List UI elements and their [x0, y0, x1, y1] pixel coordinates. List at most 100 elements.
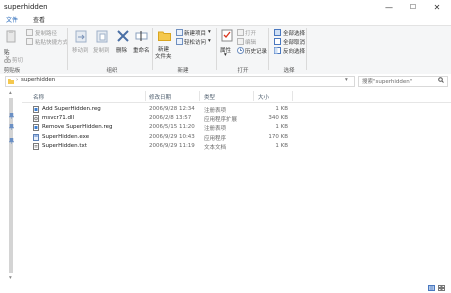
copy-to-icon — [96, 30, 108, 43]
address-bar[interactable] — [5, 76, 355, 87]
group-separator — [152, 28, 153, 70]
file-modified: 2006/9/29 10:43 — [149, 134, 195, 140]
delete-icon — [117, 30, 129, 42]
status-bar — [0, 283, 451, 293]
edit-icon — [237, 38, 244, 45]
copy-to-button[interactable]: 复制到 — [93, 46, 110, 54]
history-icon — [237, 47, 244, 54]
search-input[interactable]: 搜索"superhidden" — [362, 77, 412, 85]
window-title: superhidden — [4, 3, 48, 11]
chevron-right-icon: › — [16, 77, 19, 83]
close-button[interactable]: ✕ — [427, 0, 447, 14]
file-row[interactable]: msvcr71.dll 2006/2/8 13:57 应用程序扩展 340 KB — [22, 114, 292, 123]
group-separator — [268, 28, 269, 70]
invert-selection-icon — [274, 47, 281, 54]
rename-button[interactable]: 重命名 — [133, 46, 150, 54]
exe-file-icon — [33, 134, 39, 141]
file-row[interactable]: Remove SuperHidden.reg 2006/5/15 11:20 注册表… — [22, 123, 292, 132]
new-folder-label-line2: 文件夹 — [155, 54, 172, 60]
cut-icon — [4, 56, 11, 63]
column-divider[interactable] — [253, 91, 254, 101]
delete-button[interactable]: 删除 — [116, 46, 127, 54]
pin-icon — [9, 113, 14, 119]
file-size: 340 KB — [268, 115, 288, 121]
folder-icon — [8, 79, 14, 84]
file-row[interactable]: SuperHidden.exe 2006/9/29 10:43 应用程序 170 KB — [22, 133, 292, 142]
chevron-down-icon: ▾ — [224, 52, 227, 58]
file-size: 1 KB — [275, 106, 288, 112]
move-to-icon — [75, 30, 87, 43]
file-name[interactable]: SuperHidden.exe — [42, 134, 89, 140]
file-row[interactable]: SuperHidden.txt 2006/9/29 11:19 文本文档 1 KB — [22, 142, 292, 151]
pin-label: 贴 — [4, 50, 10, 56]
pin-icon — [9, 138, 14, 144]
tab-file[interactable]: 文件 — [6, 15, 18, 24]
select-none-button[interactable]: 全部取消 — [283, 38, 305, 46]
column-divider[interactable] — [199, 91, 200, 101]
file-name[interactable]: SuperHidden.txt — [42, 143, 87, 149]
column-modified[interactable]: 修改日期 — [149, 93, 171, 101]
search-icon[interactable] — [438, 77, 444, 83]
file-modified: 2006/9/28 12:34 — [149, 106, 195, 112]
history-button[interactable]: 历史记录 — [245, 47, 267, 55]
file-type: 应用程序 — [204, 136, 227, 142]
column-size[interactable]: 大小 — [258, 93, 269, 101]
paste-shortcut-button[interactable]: 粘贴快捷方式 — [35, 38, 68, 46]
cut-button[interactable]: 剪切 — [12, 56, 23, 64]
address-path[interactable]: superhidden — [21, 77, 55, 83]
pin-icon[interactable] — [5, 30, 17, 44]
chevron-down-icon: ▾ — [208, 29, 211, 35]
file-name[interactable]: Remove SuperHidden.reg — [42, 124, 112, 130]
file-type: 应用程序扩展 — [204, 117, 238, 123]
rename-icon — [135, 31, 148, 41]
scroll-down-icon[interactable]: ▾ — [9, 275, 12, 281]
easy-access-button[interactable]: 轻松访问 — [184, 38, 206, 46]
scroll-up-icon[interactable]: ▴ — [9, 90, 12, 96]
file-type: 注册表项 — [204, 108, 227, 114]
select-none-icon — [274, 38, 281, 45]
file-type: 注册表项 — [204, 126, 227, 132]
new-item-icon — [176, 29, 183, 36]
edit-button[interactable]: 编辑 — [245, 38, 256, 46]
file-size: 1 KB — [275, 143, 288, 149]
chevron-down-icon[interactable]: ▾ — [345, 77, 348, 83]
file-name[interactable]: Add SuperHidden.reg — [42, 106, 101, 112]
file-modified: 2006/9/29 11:19 — [149, 143, 195, 149]
dll-file-icon — [33, 115, 39, 122]
column-divider[interactable] — [145, 91, 146, 101]
file-modified: 2006/2/8 13:57 — [149, 115, 192, 121]
copy-path-button[interactable]: 复制路径 — [35, 29, 57, 37]
invert-selection-button[interactable]: 反向选择 — [283, 47, 305, 55]
file-name[interactable]: msvcr71.dll — [42, 115, 74, 121]
copy-path-icon — [26, 29, 33, 36]
ribbon-tabs — [0, 14, 451, 25]
large-icons-view-icon[interactable] — [438, 285, 445, 291]
file-size: 1 KB — [275, 124, 288, 130]
select-all-button[interactable]: 全部选择 — [283, 29, 305, 37]
new-folder-icon — [158, 31, 171, 41]
maximize-button[interactable]: ☐ — [403, 0, 423, 14]
file-type: 文本文档 — [204, 145, 227, 151]
group-separator — [306, 28, 307, 70]
details-view-icon[interactable] — [428, 285, 435, 291]
select-group-label: 选择 — [283, 68, 295, 74]
group-separator — [67, 28, 68, 70]
new-item-button[interactable]: 新建项目 — [184, 29, 206, 37]
file-row[interactable]: Add SuperHidden.reg 2006/9/28 12:34 注册表项 1 … — [22, 105, 292, 114]
column-header — [22, 90, 451, 103]
paste-shortcut-icon — [26, 38, 33, 45]
chevron-down-icon: ▾ — [208, 38, 211, 44]
file-modified: 2006/5/15 11:20 — [149, 124, 195, 130]
column-divider[interactable] — [292, 91, 293, 101]
open-icon — [237, 29, 244, 36]
column-name[interactable]: 名称 — [33, 93, 44, 101]
open-button[interactable]: 打开 — [245, 29, 256, 37]
move-to-button[interactable]: 移动到 — [72, 46, 89, 54]
minimize-button[interactable]: — — [379, 0, 399, 14]
properties-icon — [221, 29, 233, 42]
pin-icon — [9, 124, 14, 130]
reg-file-icon — [33, 106, 39, 113]
column-type[interactable]: 类型 — [204, 93, 215, 101]
tab-view[interactable]: 查看 — [33, 15, 45, 24]
open-group-label: 打开 — [237, 68, 249, 74]
